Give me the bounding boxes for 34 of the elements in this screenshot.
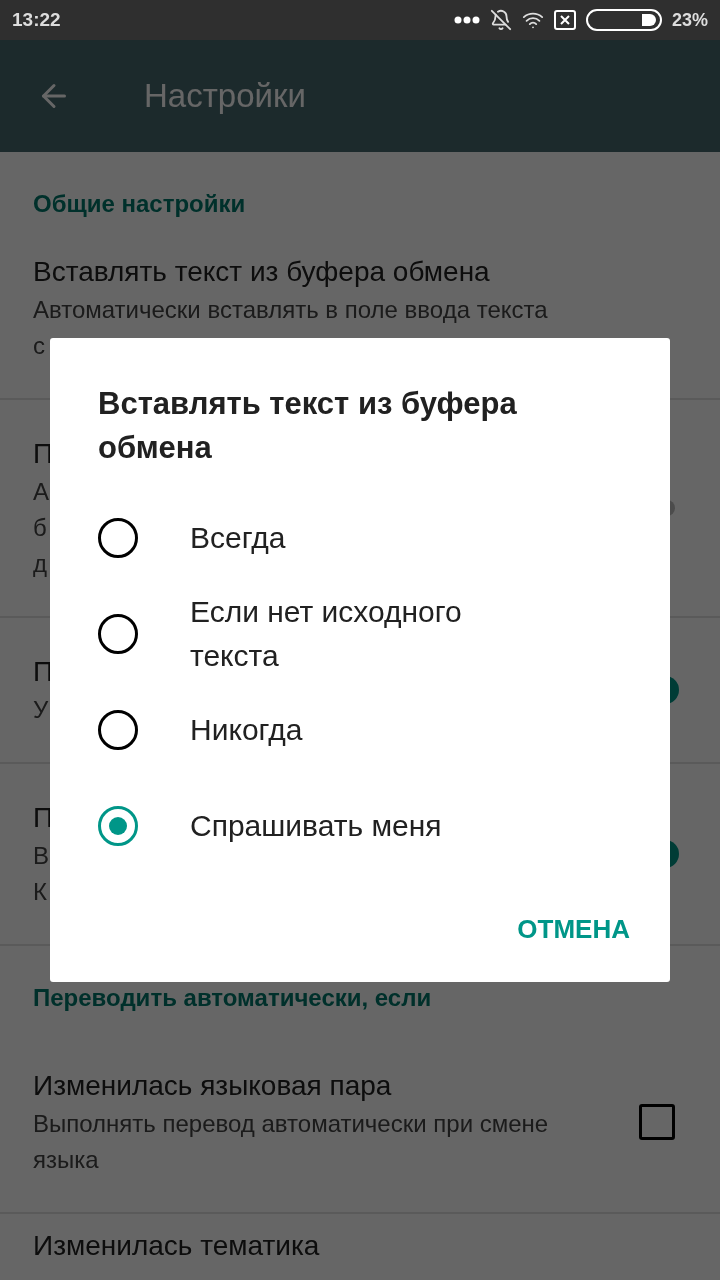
setting-title: Изменилась тематика bbox=[33, 1229, 321, 1263]
setting-description: б bbox=[33, 513, 47, 543]
radio-option[interactable]: Если нет исходного текста bbox=[98, 586, 630, 682]
battery-icon bbox=[585, 9, 662, 31]
option-label: Всегда bbox=[190, 520, 286, 556]
status-time: 13:22 bbox=[12, 9, 62, 31]
radio-option[interactable]: Никогда bbox=[98, 682, 630, 778]
setting-description: У bbox=[33, 695, 49, 725]
radio-button[interactable] bbox=[98, 614, 138, 654]
sim-error-icon bbox=[553, 10, 576, 30]
option-label: Если нет исходного текста bbox=[190, 594, 463, 674]
more-dots-icon bbox=[453, 16, 480, 24]
setting-title: Изменилась языковая пара bbox=[33, 1069, 393, 1103]
screen-title: Настройки bbox=[144, 77, 306, 115]
section-header: Переводить автоматически, если bbox=[32, 983, 433, 1013]
section-header: Общие настройки bbox=[32, 189, 247, 219]
setting-description: В bbox=[33, 841, 49, 871]
setting-description: А bbox=[33, 477, 49, 507]
setting-description: Автоматически вставлять в поле ввода текста bbox=[33, 295, 548, 325]
setting-description: Выполнять перевод автоматически при смене языка bbox=[33, 1109, 550, 1175]
option-label: Никогда bbox=[190, 712, 303, 748]
radio-option[interactable]: Всегда bbox=[98, 490, 630, 586]
setting-title: Вставлять текст из буфера обмена bbox=[33, 255, 491, 289]
radio-option[interactable]: Спрашивать меня bbox=[98, 778, 630, 874]
radio-button[interactable] bbox=[98, 710, 138, 750]
bell-off-icon bbox=[489, 9, 512, 31]
setting-description: с bbox=[33, 331, 45, 361]
battery-percent: 23% bbox=[671, 9, 708, 31]
setting-description: К bbox=[33, 877, 47, 907]
radio-button[interactable] bbox=[98, 518, 138, 558]
checkbox[interactable] bbox=[639, 1104, 675, 1140]
option-label: Спрашивать меня bbox=[190, 808, 442, 844]
setting-description: д bbox=[33, 549, 47, 579]
radio-button[interactable] bbox=[98, 806, 138, 846]
